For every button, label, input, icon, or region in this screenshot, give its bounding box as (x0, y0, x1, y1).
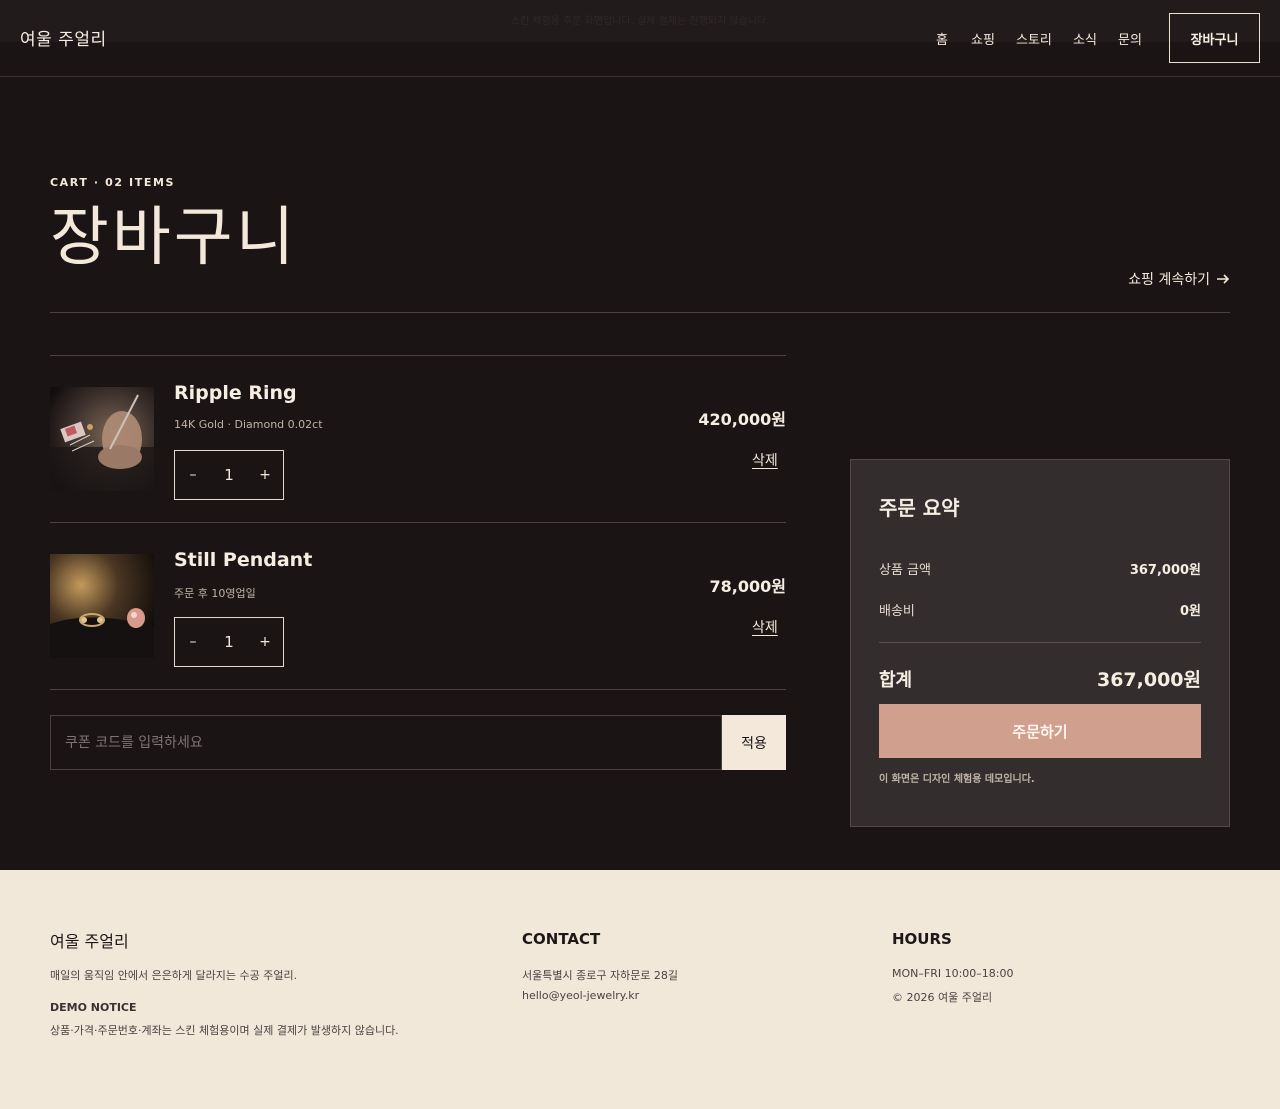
footer-email-link[interactable]: hello@yeol-jewelry.kr (522, 989, 639, 1002)
nav-item-shop[interactable]: 쇼핑 (971, 29, 995, 48)
cart-eyebrow: CART · 02 ITEMS (50, 176, 176, 189)
quantity-value: 1 (224, 633, 234, 651)
cart-button[interactable]: 장바구니 (1169, 13, 1260, 63)
cart-divider (50, 355, 786, 356)
demo-notice-heading: DEMO NOTICE (50, 1001, 137, 1014)
decrease-quantity-button[interactable]: – (175, 634, 211, 650)
nav-item-home[interactable]: 홈 (936, 29, 948, 48)
nav-item-story[interactable]: 스토리 (1016, 29, 1052, 48)
shipping-label: 배송비 (879, 604, 915, 619)
decrease-quantity-button[interactable]: – (175, 467, 211, 483)
total-label: 합계 (879, 670, 913, 691)
cart-divider (50, 522, 786, 523)
place-order-button[interactable]: 주문하기 (879, 704, 1201, 758)
cart-divider (50, 689, 786, 690)
product-meta: 14K Gold · Diamond 0.02ct (174, 418, 323, 431)
product-meta: 주문 후 10영업일 (174, 587, 256, 600)
ripple-ring-image (50, 387, 154, 491)
footer-brand: 여울 주얼리 (50, 932, 129, 951)
product-name[interactable]: Ripple Ring (174, 382, 297, 404)
product-image[interactable] (50, 554, 154, 658)
increase-quantity-button[interactable]: + (247, 467, 283, 483)
footer-hours: MON–FRI 10:00–18:00 (892, 967, 1014, 980)
subtotal-label: 상품 금액 (879, 563, 931, 578)
total-value: 367,000원 (1096, 669, 1201, 691)
coupon-input[interactable] (50, 715, 722, 770)
site-logo[interactable]: 여울 주얼리 (20, 25, 107, 50)
delete-button[interactable]: 삭제 (752, 450, 778, 470)
product-price: 420,000원 (698, 410, 786, 429)
coupon-apply-button[interactable]: 적용 (722, 715, 786, 770)
product-image[interactable] (50, 387, 154, 491)
product-price: 78,000원 (709, 577, 786, 596)
continue-shopping-label: 쇼핑 계속하기 (1128, 272, 1210, 288)
continue-shopping-link[interactable]: 쇼핑 계속하기 (1128, 269, 1230, 289)
footer-copyright: © 2026 여울 주얼리 (892, 991, 993, 1004)
quantity-stepper: – 1 + (174, 617, 284, 667)
summary-title: 주문 요약 (879, 496, 960, 520)
footer-address: 서울특별시 종로구 자하문로 28길 (522, 969, 679, 982)
product-name[interactable]: Still Pendant (174, 549, 312, 571)
site-header: 여울 주얼리 홈 쇼핑 스토리 소식 문의 장바구니 (0, 0, 1280, 77)
arrow-right-icon (1217, 274, 1230, 284)
demo-note: 이 화면은 디자인 체험용 데모입니다. (879, 774, 1035, 785)
nav-item-news[interactable]: 소식 (1073, 29, 1097, 48)
quantity-stepper: – 1 + (174, 450, 284, 500)
still-pendant-image (50, 554, 154, 658)
title-divider (50, 312, 1230, 313)
page-title: 장바구니 (50, 201, 298, 275)
delete-button[interactable]: 삭제 (752, 617, 778, 637)
nav-item-contact[interactable]: 문의 (1118, 29, 1142, 48)
increase-quantity-button[interactable]: + (247, 634, 283, 650)
demo-notice-text: 상품·가격·주문번호·계좌는 스킨 체험용이며 실제 결제가 발생하지 않습니다… (50, 1024, 399, 1037)
hours-heading: HOURS (892, 930, 952, 948)
quantity-value: 1 (224, 466, 234, 484)
contact-heading: CONTACT (522, 930, 601, 948)
summary-divider (879, 642, 1201, 643)
site-footer: 여울 주얼리 매일의 움직임 안에서 은은하게 달라지는 수공 주얼리. DEM… (0, 870, 1280, 1109)
subtotal-value: 367,000원 (1129, 563, 1201, 578)
order-summary-panel: 주문 요약 상품 금액 367,000원 배송비 0원 합계 367,000원 … (850, 459, 1230, 827)
footer-tagline: 매일의 움직임 안에서 은은하게 달라지는 수공 주얼리. (50, 969, 298, 982)
shipping-value: 0원 (1179, 604, 1201, 619)
